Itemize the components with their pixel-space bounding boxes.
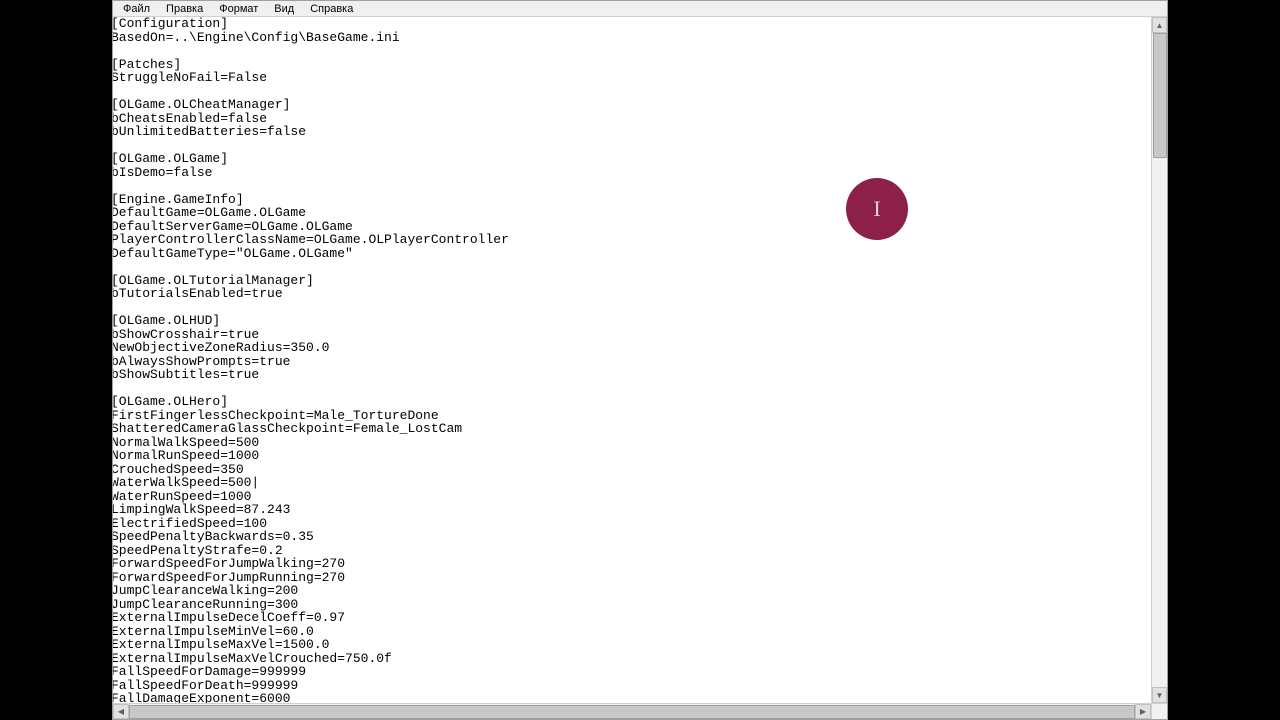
menu-file[interactable]: Файл (115, 3, 158, 15)
scroll-up-button[interactable]: ▲ (1152, 17, 1167, 33)
menu-edit[interactable]: Правка (158, 3, 211, 15)
vertical-scroll-thumb[interactable] (1153, 33, 1167, 158)
notepad-window: Файл Правка Формат Вид Справка [Configur… (112, 0, 1168, 720)
menu-help[interactable]: Справка (302, 3, 361, 15)
menu-format[interactable]: Формат (211, 3, 266, 15)
editor-body: [Configuration] BasedOn=..\Engine\Config… (113, 17, 1167, 719)
horizontal-scroll-track[interactable] (129, 704, 1135, 719)
text-editor[interactable]: [Configuration] BasedOn=..\Engine\Config… (113, 17, 1151, 719)
text-cursor-icon: I (846, 178, 908, 240)
menu-view[interactable]: Вид (266, 3, 302, 15)
menu-bar: Файл Правка Формат Вид Справка (113, 1, 1167, 17)
scroll-left-button[interactable]: ◀ (113, 704, 129, 719)
horizontal-scroll-thumb[interactable] (129, 705, 1135, 719)
horizontal-scrollbar[interactable]: ◀ ▶ (113, 703, 1151, 719)
scrollbar-corner (1151, 703, 1167, 719)
scroll-down-button[interactable]: ▼ (1152, 687, 1167, 703)
vertical-scrollbar[interactable]: ▲ ▼ (1151, 17, 1167, 719)
cursor-glyph: I (873, 196, 880, 222)
scroll-right-button[interactable]: ▶ (1135, 704, 1151, 719)
